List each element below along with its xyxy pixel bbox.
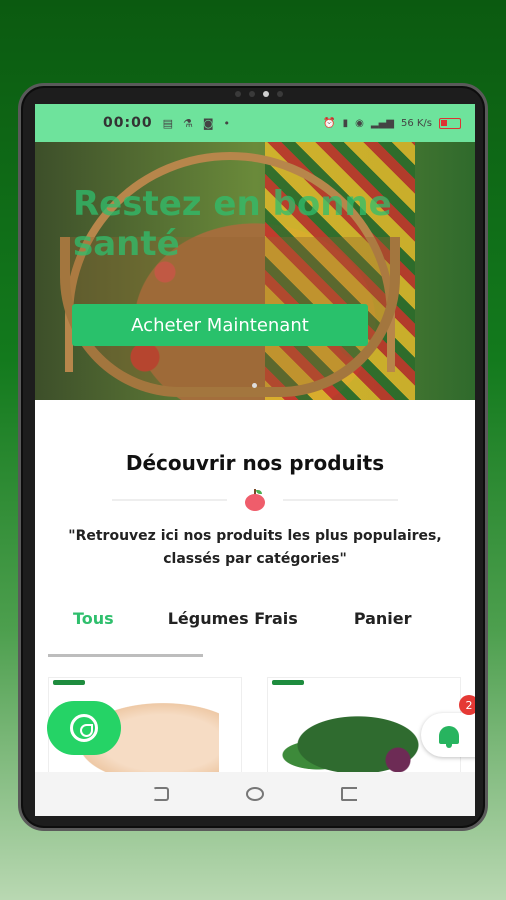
app-screen: 00:00 ▤ ⚗ ◙ • ⏰ ▮ ◉ ▂▄▆ 56 K/s Restez en… <box>35 104 475 816</box>
status-time: 00:00 <box>103 115 153 131</box>
alarm-icon: ⏰ <box>323 117 336 129</box>
nav-home-icon[interactable] <box>245 787 264 801</box>
nav-back-icon[interactable] <box>153 787 170 801</box>
clipboard-icon: ▤ <box>162 116 173 130</box>
vibrate-icon: ▮ <box>342 117 349 129</box>
wifi-icon: ◉ <box>355 117 364 129</box>
camera-bar <box>231 90 287 98</box>
tab-indicator <box>48 654 203 657</box>
tab-panier[interactable]: Panier <box>354 609 412 628</box>
camera-icon: ◙ <box>202 116 214 130</box>
apple-icon <box>243 489 267 511</box>
category-tabs: Tous Légumes Frais Panier <box>35 609 475 628</box>
hero-title: Restez en bonne santé <box>73 184 392 264</box>
whatsapp-icon <box>70 714 98 742</box>
signal-icon: ▂▄▆ <box>370 117 394 129</box>
notification-button[interactable] <box>421 713 475 757</box>
section-divider <box>35 489 475 511</box>
tab-tous[interactable]: Tous <box>73 609 114 628</box>
carousel-indicator[interactable] <box>252 383 257 388</box>
system-nav-bar <box>35 772 475 816</box>
nav-recent-icon[interactable] <box>340 787 357 801</box>
hero-banner[interactable]: Restez en bonne santé Acheter Maintenant <box>35 142 475 400</box>
section-title: Découvrir nos produits <box>125 451 385 475</box>
network-speed: 56 K/s <box>400 117 432 129</box>
product-tag <box>272 680 304 685</box>
buy-now-button[interactable]: Acheter Maintenant <box>72 304 368 346</box>
notification-badge: 2 <box>459 695 475 715</box>
bell-icon <box>439 726 459 748</box>
tablet-frame: 00:00 ▤ ⚗ ◙ • ⏰ ▮ ◉ ▂▄▆ 56 K/s Restez en… <box>18 83 488 831</box>
whatsapp-button[interactable] <box>47 701 121 755</box>
product-tag <box>53 680 85 685</box>
dot-icon: • <box>223 116 231 130</box>
section-subtitle: "Retrouvez ici nos produits les plus pop… <box>68 528 442 567</box>
flask-icon: ⚗ <box>182 116 193 130</box>
battery-icon <box>439 117 461 129</box>
status-bar: 00:00 ▤ ⚗ ◙ • ⏰ ▮ ◉ ▂▄▆ 56 K/s <box>35 104 475 142</box>
tab-legumes-frais[interactable]: Légumes Frais <box>168 609 298 628</box>
